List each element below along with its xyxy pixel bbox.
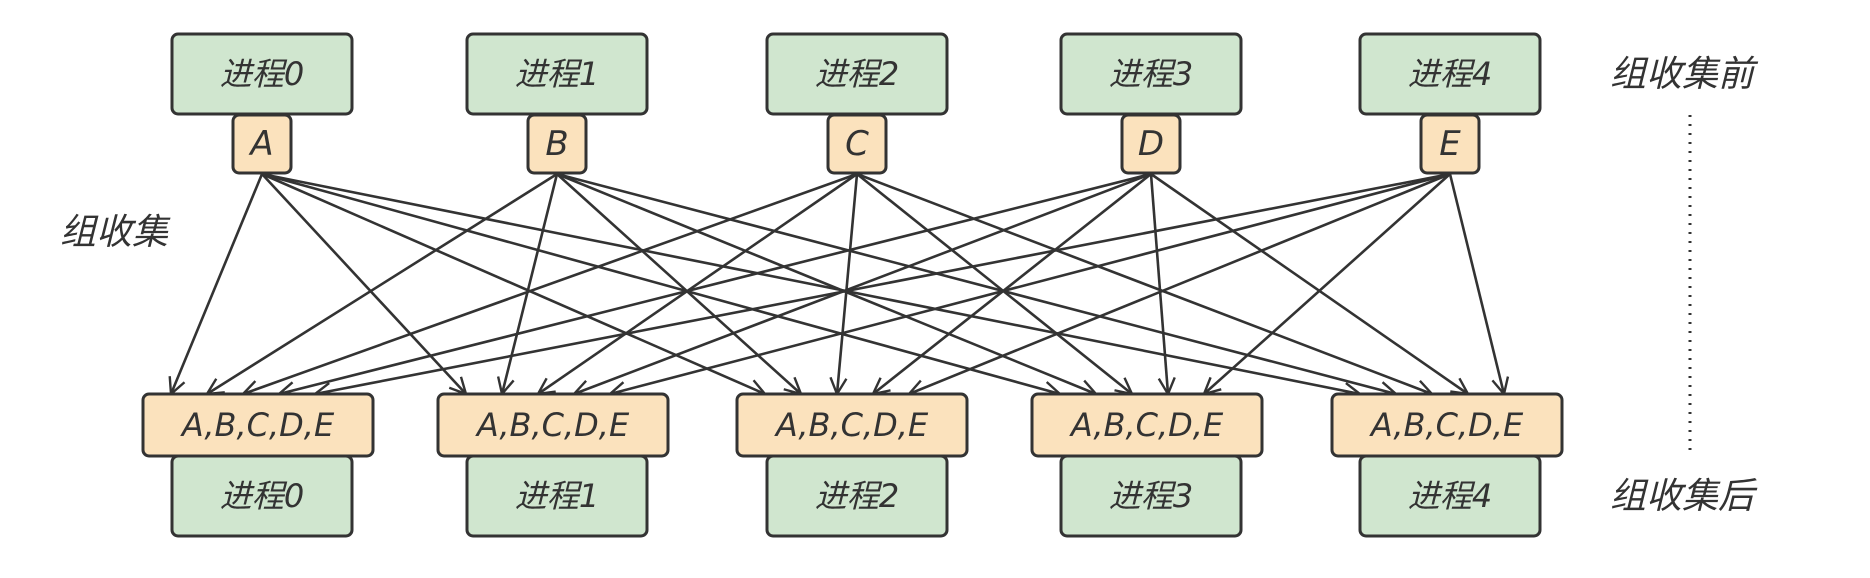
arrow-0-to-0 [171, 173, 264, 394]
input-data-box-0-label: A [248, 124, 273, 164]
bottom-process-box-1-label: 进程1 [515, 477, 599, 515]
bottom-process-box-3: 进程3 [1059, 454, 1243, 538]
input-data-box-3-label: D [1138, 124, 1164, 164]
input-data-box-0: A [231, 113, 293, 175]
arrow-0-to-1 [261, 173, 466, 394]
arrow-2-to-2 [837, 173, 859, 394]
top-process-box-4-label: 进程4 [1408, 55, 1492, 93]
arrow-1-to-4 [556, 172, 1396, 394]
gather-arrows [171, 172, 1504, 394]
output-data-box-3: A,B,C,D,E [1030, 392, 1264, 458]
input-data-box-1: B [526, 113, 588, 175]
bottom-process-box-0: 进程0 [170, 454, 354, 538]
arrow-4-to-4 [1448, 173, 1504, 394]
bottom-process-box-4-label: 进程4 [1408, 477, 1492, 515]
top-process-box-3: 进程3 [1059, 32, 1243, 116]
output-data-box-2-label: A,B,C,D,E [774, 406, 929, 444]
top-process-box-1: 进程1 [465, 32, 649, 116]
before-label: 组收集前 [1610, 54, 1759, 95]
input-data-row: A B C D E [231, 113, 1481, 175]
input-data-box-4: E [1419, 113, 1481, 175]
operation-label: 组收集 [60, 212, 171, 253]
bottom-process-box-2-label: 进程2 [815, 477, 899, 515]
bottom-process-box-3-label: 进程3 [1109, 477, 1193, 515]
top-process-box-2: 进程2 [765, 32, 949, 116]
arrow-4-to-0 [315, 172, 1451, 394]
arrow-4-to-2 [909, 172, 1451, 394]
output-data-box-1: A,B,C,D,E [436, 392, 670, 458]
top-process-box-4: 进程4 [1358, 32, 1542, 116]
output-data-box-4: A,B,C,D,E [1330, 392, 1564, 458]
top-process-row: 进程0 进程1 进程2 进程3 进程4 [170, 32, 1542, 116]
top-process-box-3-label: 进程3 [1109, 55, 1193, 93]
top-process-box-0-label: 进程0 [220, 55, 304, 93]
bottom-process-box-0-label: 进程0 [220, 477, 304, 515]
bottom-process-row: 进程0 进程1 进程2 进程3 进程4 [170, 454, 1542, 538]
output-data-box-4-label: A,B,C,D,E [1369, 406, 1524, 444]
top-process-box-2-label: 进程2 [815, 55, 899, 93]
arrow-4-to-1 [610, 172, 1451, 394]
bottom-process-box-4: 进程4 [1358, 454, 1542, 538]
after-label: 组收集后 [1610, 476, 1758, 517]
arrow-3-to-3 [1149, 173, 1168, 394]
output-data-row: A,B,C,D,E A,B,C,D,E A,B,C,D,E A,B,C,D,E A,B,… [141, 392, 1564, 458]
input-data-box-2-label: C [845, 124, 869, 164]
arrow-3-to-0 [279, 172, 1152, 394]
input-data-box-2: C [826, 113, 888, 175]
top-process-box-1-label: 进程1 [515, 55, 599, 93]
top-process-box-0: 进程0 [170, 32, 354, 116]
output-data-box-1-label: A,B,C,D,E [475, 406, 630, 444]
output-data-box-0: A,B,C,D,E [141, 392, 375, 458]
arrow-2-to-3 [856, 172, 1132, 394]
bottom-process-box-2: 进程2 [765, 454, 949, 538]
input-data-box-4-label: E [1439, 124, 1461, 164]
input-data-box-3: D [1120, 113, 1182, 175]
bottom-process-box-1: 进程1 [465, 454, 649, 538]
output-data-box-2: A,B,C,D,E [735, 392, 969, 458]
output-data-box-0-label: A,B,C,D,E [180, 406, 335, 444]
output-data-box-3-label: A,B,C,D,E [1069, 406, 1224, 444]
allgather-diagram: 进程0 进程1 进程2 进程3 进程4 ABCDE A,B,C,D,E A,B,C,D,E… [60, 32, 1759, 538]
input-data-box-1-label: B [545, 124, 568, 164]
